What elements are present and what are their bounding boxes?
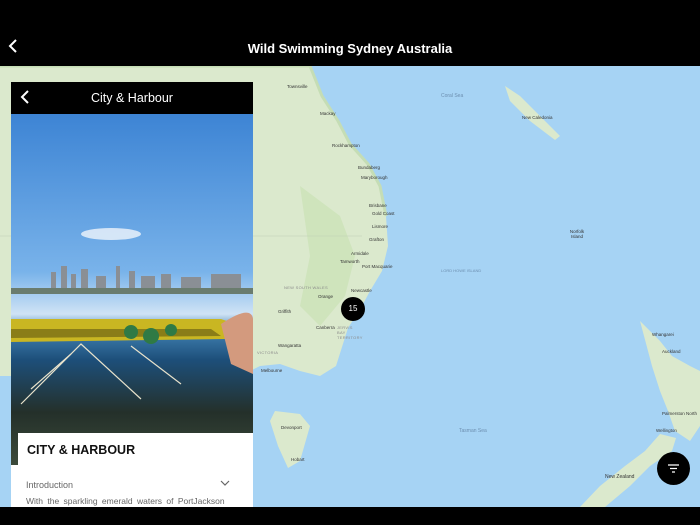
panel-header: City & Harbour [11,82,253,114]
location-panel: City & Harbour CITY & HARBOUR Introducti… [11,82,253,507]
map-label: Norfolk Island [569,229,585,239]
map-label: JERVIS BAY TERRITORY [337,325,363,340]
map-label: Melbourne [261,368,283,373]
introduction-text: With the sparkling emerald waters of Por… [26,496,225,506]
map-label: Auckland [662,349,681,354]
chevron-down-icon[interactable] [220,479,230,489]
map-label: Tasman Sea [459,428,487,434]
map-label: Bundaberg [358,165,381,170]
filter-button[interactable] [657,452,690,485]
map-label: New Caledonia [522,115,553,120]
map-label: Hobart [291,457,305,462]
map-label: Devonport [281,425,302,430]
map-label: Griffith [278,309,292,314]
map-label: New Zealand [605,474,635,480]
map-label: Lismore [372,224,389,229]
map-label: Tamworth [340,259,360,264]
map-label: Gold Coast [372,211,395,216]
introduction-section-toggle[interactable]: Introduction [26,480,73,490]
map-label: Maryborough [361,175,388,180]
map-label: Coral Sea [441,93,464,99]
top-bar: Wild Swimming Sydney Australia [0,0,700,66]
map-label: Rockhampton [332,143,360,148]
map-label: Wangaratta [278,343,302,348]
map-label: Armidale [351,251,369,256]
location-photo [11,114,253,465]
filter-icon [668,464,679,473]
map-cluster-marker[interactable]: 15 [341,297,365,321]
map-label: Canberra [316,325,335,330]
map-label: LORD HOWE ISLAND [441,268,482,273]
map-label: Whangarei [652,332,674,337]
map-label: Grafton [369,237,385,242]
info-card: CITY & HARBOUR Introduction With the spa… [18,433,253,507]
map-label: Port Macquarie [362,264,393,269]
map-label: Palmerston North [662,411,698,416]
page-title: Wild Swimming Sydney Australia [247,41,453,56]
map-label: VICTORIA [257,350,279,355]
panel-title: City & Harbour [91,91,173,105]
map-label: NEW SOUTH WALES [284,285,328,290]
bottom-bar [0,507,700,525]
map-label: Wellington [656,428,677,433]
map-label: Orange [318,294,334,299]
map-label: Townsville [287,84,308,89]
harbour-photo-image [11,228,253,405]
map-label: Mackay [320,111,336,116]
map-label: Brisbane [369,203,387,208]
map-label: Newcastle [351,288,372,293]
card-title: CITY & HARBOUR [27,443,136,457]
